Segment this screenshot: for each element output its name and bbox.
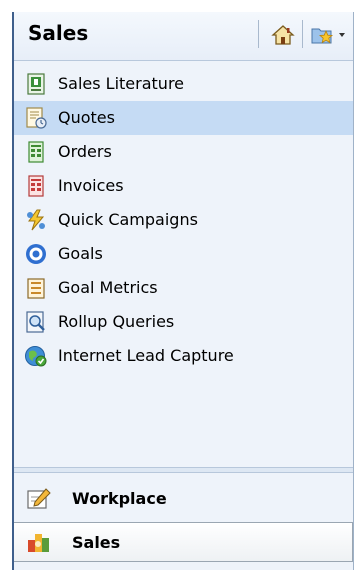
sitemap-item-quotes[interactable]: Quotes xyxy=(14,101,353,135)
sitemap-list: Sales Literature Quotes Orders Invoices … xyxy=(14,67,353,373)
sitemap-item-goals[interactable]: Goals xyxy=(14,237,353,271)
sitemap-item-rollup-queries[interactable]: Rollup Queries xyxy=(14,305,353,339)
sitemap-item-sales-literature[interactable]: Sales Literature xyxy=(14,67,353,101)
sales-literature-icon xyxy=(27,73,45,95)
sitemap-item-label: Orders xyxy=(58,142,112,161)
area-button-label: Workplace xyxy=(72,489,167,508)
sitemap-item-label: Goals xyxy=(58,244,103,263)
goals-icon xyxy=(26,244,46,264)
invoices-icon xyxy=(28,175,44,197)
sitemap-item-quick-campaigns[interactable]: Quick Campaigns xyxy=(14,203,353,237)
favorites-folder-icon xyxy=(311,28,334,44)
sitemap-item-label: Rollup Queries xyxy=(58,312,175,331)
navigation-pane: Sales Sales Literature Quotes Orders Inv… xyxy=(12,12,354,570)
sitemap-item-label: Sales Literature xyxy=(58,74,185,93)
area-splitter[interactable] xyxy=(14,467,353,473)
sitemap-item-label: Internet Lead Capture xyxy=(58,346,234,365)
orders-icon xyxy=(28,141,44,163)
sitemap-item-label: Quotes xyxy=(58,108,115,127)
pane-header: Sales xyxy=(14,12,353,61)
sitemap-item-invoices[interactable]: Invoices xyxy=(14,169,353,203)
home-icon xyxy=(271,25,295,45)
goal-metrics-icon xyxy=(27,278,45,299)
sitemap-item-goal-metrics[interactable]: Goal Metrics xyxy=(14,271,353,305)
sitemap-item-internet-lead-capture[interactable]: Internet Lead Capture xyxy=(14,339,353,373)
header-separator xyxy=(258,20,259,48)
sitemap-item-orders[interactable]: Orders xyxy=(14,135,353,169)
home-button[interactable] xyxy=(268,20,298,50)
quotes-icon xyxy=(26,107,47,129)
chevron-down-icon xyxy=(339,33,345,37)
pane-title: Sales xyxy=(28,21,89,45)
sitemap-item-label: Invoices xyxy=(58,176,124,195)
internet-lead-capture-icon xyxy=(25,346,47,367)
header-separator xyxy=(302,20,303,48)
rollup-queries-icon xyxy=(26,311,45,333)
area-button-label: Sales xyxy=(72,533,121,552)
favorites-button[interactable] xyxy=(308,20,348,50)
area-button-sales[interactable]: Sales xyxy=(14,522,353,562)
quick-campaigns-icon xyxy=(27,209,45,231)
sales-icon xyxy=(28,534,49,552)
sitemap-item-label: Goal Metrics xyxy=(58,278,158,297)
area-button-workplace[interactable]: Workplace xyxy=(14,479,353,519)
workplace-icon xyxy=(27,488,51,509)
sitemap-item-label: Quick Campaigns xyxy=(58,210,198,229)
